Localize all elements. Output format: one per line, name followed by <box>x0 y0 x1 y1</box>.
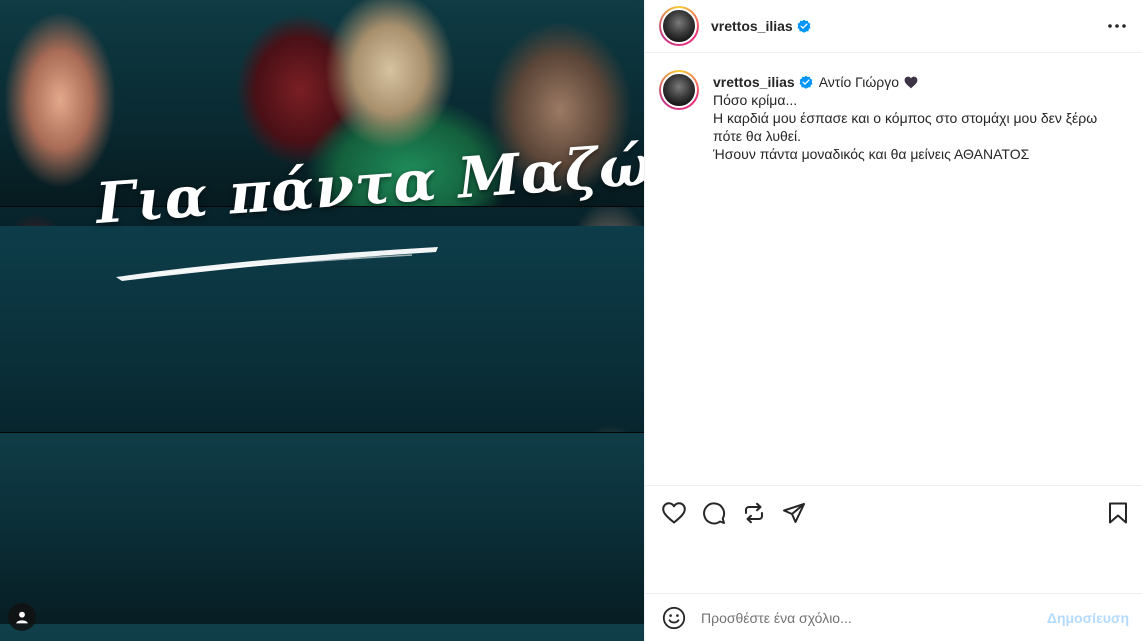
caption-line: Η καρδιά μου έσπασε και ο κόμπος στο στο… <box>713 110 1098 126</box>
save-button[interactable] <box>1105 500 1131 526</box>
share-icon <box>783 502 805 523</box>
post-actions <box>645 485 1142 539</box>
caption-line: πότε θα λυθεί. <box>713 128 802 144</box>
share-button[interactable] <box>781 500 807 526</box>
post-comment-button[interactable]: Δημοσίευση <box>1047 610 1129 626</box>
verified-badge-icon <box>797 19 811 33</box>
comment-bar: Δημοσίευση <box>645 593 1142 641</box>
caption-avatar[interactable] <box>659 70 699 110</box>
post-sidebar: vrettos_ilias vrettos_ilias Αντίο Γιώργο… <box>644 0 1142 641</box>
repost-icon <box>745 502 763 523</box>
heart-icon <box>662 501 686 523</box>
photo-panel-bottom <box>0 433 644 641</box>
user-icon <box>16 611 28 624</box>
black-heart-icon <box>904 76 918 89</box>
comment-button[interactable] <box>701 500 727 526</box>
more-options-icon[interactable] <box>1105 14 1129 38</box>
brush-stroke-underline <box>116 247 438 281</box>
caption-line: Πόσο κρίμα... <box>713 92 798 108</box>
emoji-picker-button[interactable] <box>661 605 687 631</box>
tagged-users-button[interactable] <box>8 603 36 631</box>
post-header: vrettos_ilias <box>645 0 1142 53</box>
caption-first-line: Αντίο Γιώργο <box>818 74 900 90</box>
smiley-icon <box>662 606 686 629</box>
like-button[interactable] <box>661 500 687 526</box>
caption-line: Ήσουν πάντα μοναδικός και θα μείνεις ΑΘΑ… <box>713 146 1030 162</box>
avatar[interactable] <box>659 6 699 46</box>
bookmark-icon <box>1109 502 1127 523</box>
comment-icon <box>703 501 726 524</box>
photo-panel-middle <box>0 207 644 433</box>
repost-button[interactable] <box>741 500 767 526</box>
comment-input[interactable] <box>701 609 1031 626</box>
caption-username[interactable]: vrettos_ilias <box>713 73 795 91</box>
verified-badge-icon <box>799 75 813 89</box>
post-caption: vrettos_ilias Αντίο Γιώργο Πόσο κρίμα...… <box>659 70 1129 163</box>
header-username[interactable]: vrettos_ilias <box>711 18 793 34</box>
post-media[interactable]: Για πάντα Μαζώ <box>0 0 644 641</box>
